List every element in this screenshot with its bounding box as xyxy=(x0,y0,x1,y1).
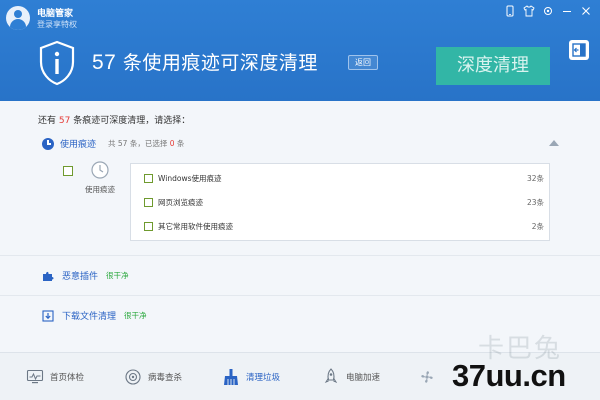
login-link[interactable]: 登录享特权 xyxy=(37,19,77,30)
app-title: 电脑管家 xyxy=(37,9,74,19)
target-icon xyxy=(125,369,141,385)
rocket-icon xyxy=(324,368,338,384)
list-item[interactable]: 其它常用软件使用痕迹 2条 xyxy=(131,214,549,238)
avatar[interactable] xyxy=(6,6,30,30)
prompt-count: 57 xyxy=(58,116,71,126)
settings-icon[interactable] xyxy=(542,5,554,17)
downloads-row[interactable]: 下载文件清理 很干净 xyxy=(42,309,147,322)
usage-group-checkbox[interactable] xyxy=(63,166,73,176)
plugins-row[interactable]: 恶意插件 很干净 xyxy=(42,269,129,282)
item-checkbox[interactable] xyxy=(144,221,153,231)
close-icon[interactable] xyxy=(580,5,592,17)
divider xyxy=(0,295,600,296)
deep-clean-button[interactable]: 深度清理 xyxy=(436,47,550,85)
window-controls xyxy=(504,5,592,17)
downloads-status: 很干净 xyxy=(124,311,147,320)
header-banner: 电脑管家 登录享特权 57 条使用痕迹可深度清理 返回 深度清理 xyxy=(0,0,600,101)
trace-count: 57 xyxy=(92,51,117,74)
item-checkbox[interactable] xyxy=(144,173,153,183)
nav-virus-scan[interactable]: 病毒查杀 xyxy=(124,353,182,400)
usage-section-title: 使用痕迹 xyxy=(60,140,97,150)
plugins-status: 很干净 xyxy=(106,271,129,280)
nav-speed-up[interactable]: 电脑加速 xyxy=(322,353,380,400)
shirt-icon[interactable] xyxy=(523,5,535,17)
usage-section-count: 共 57 条，已选择 0 条 xyxy=(108,139,185,148)
nav-home-checkup[interactable]: 首页体检 xyxy=(26,353,84,400)
divider xyxy=(0,255,600,256)
exit-side-icon[interactable] xyxy=(569,40,589,60)
history-clock-icon xyxy=(91,161,109,179)
list-item[interactable]: Windows使用痕迹 32条 xyxy=(131,166,549,190)
downloads-title: 下载文件清理 xyxy=(62,312,117,322)
item-checkbox[interactable] xyxy=(144,197,153,207)
usage-sublist: Windows使用痕迹 32条 网页浏览痕迹 23条 其它常用软件使用痕迹 2条 xyxy=(130,163,550,241)
download-icon xyxy=(42,309,54,322)
minimize-icon[interactable] xyxy=(561,5,573,17)
monitor-icon xyxy=(26,369,44,384)
collapse-arrow-icon[interactable] xyxy=(549,140,559,146)
puzzle-icon xyxy=(43,271,54,281)
usage-section-header[interactable]: 使用痕迹 共 57 条，已选择 0 条 xyxy=(42,137,184,150)
list-item[interactable]: 网页浏览痕迹 23条 xyxy=(131,190,549,214)
watermark-main: 37uu.cn xyxy=(452,358,566,393)
back-button[interactable]: 返回 xyxy=(348,55,378,70)
nav-toolbox[interactable] xyxy=(418,353,436,400)
usage-group-label: 使用痕迹 xyxy=(85,185,115,194)
broom-icon xyxy=(224,369,238,385)
selection-prompt: 还有 57 条痕迹可深度清理，请选择： xyxy=(38,116,191,126)
headline-text: 条使用痕迹可深度清理 xyxy=(116,52,318,74)
plugins-title: 恶意插件 xyxy=(62,272,99,282)
page-title: 57 条使用痕迹可深度清理 xyxy=(92,48,318,75)
fan-icon xyxy=(421,371,433,383)
phone-icon[interactable] xyxy=(504,5,516,17)
shield-icon xyxy=(39,40,75,86)
clock-icon xyxy=(42,137,54,150)
nav-clean-junk[interactable]: 清理垃圾 xyxy=(222,353,280,400)
